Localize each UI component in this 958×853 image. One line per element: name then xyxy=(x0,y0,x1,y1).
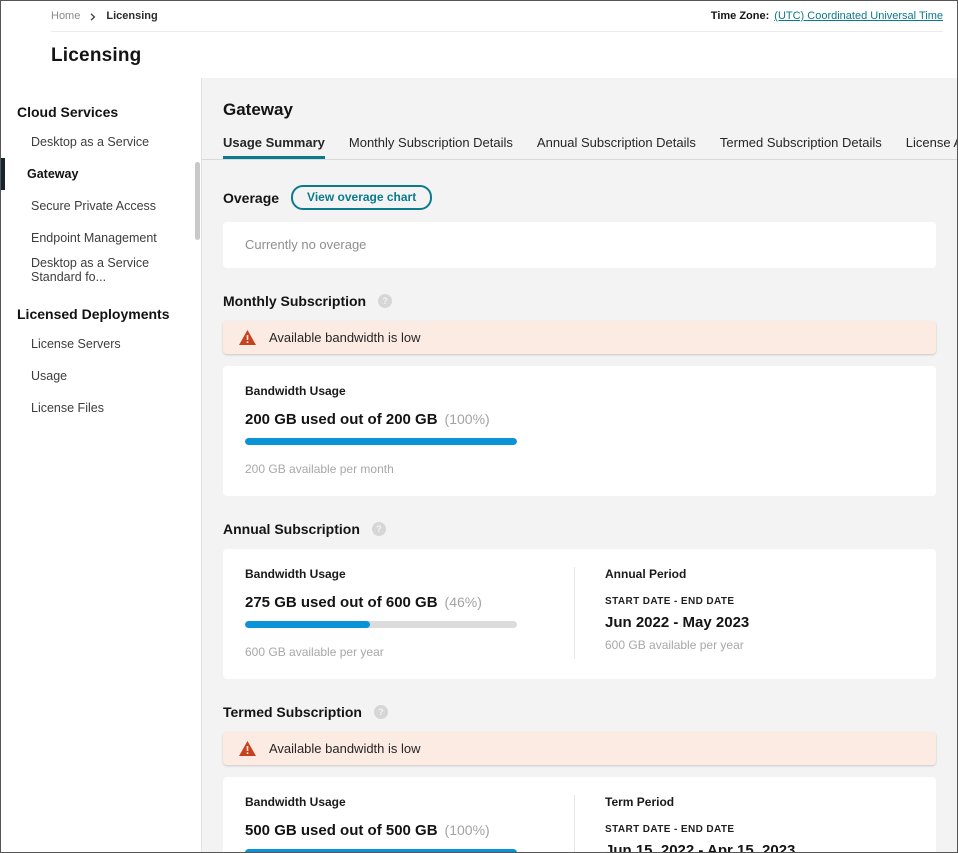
termed-title: Termed Subscription xyxy=(223,704,362,720)
info-icon[interactable]: ? xyxy=(372,522,386,536)
warning-text: Available bandwidth is low xyxy=(269,741,421,756)
progress-bar-fill xyxy=(245,438,517,445)
sidebar-item-daas-standard[interactable]: Desktop as a Service Standard fo... xyxy=(1,254,201,286)
warning-icon xyxy=(239,330,256,345)
progress-bar-fill xyxy=(245,849,517,852)
usage-percent: (100%) xyxy=(445,411,490,427)
sidebar-item-endpoint-management[interactable]: Endpoint Management xyxy=(1,222,201,254)
sidebar-scrollbar[interactable] xyxy=(195,162,200,240)
termed-warning-banner: Available bandwidth is low xyxy=(223,732,936,765)
usage-percent: (100%) xyxy=(445,822,490,838)
tab-usage-summary[interactable]: Usage Summary xyxy=(223,135,325,159)
sidebar-item-license-files[interactable]: License Files xyxy=(1,392,201,424)
progress-bar xyxy=(245,438,517,445)
usage-percent: (46%) xyxy=(445,594,482,610)
date-range-label: START DATE - END DATE xyxy=(605,824,795,835)
annual-title: Annual Subscription xyxy=(223,521,360,537)
overage-section-head: Overage View overage chart xyxy=(223,185,936,210)
overage-empty-card: Currently no overage xyxy=(223,222,936,268)
sidebar-item-secure-private-access[interactable]: Secure Private Access xyxy=(1,190,201,222)
annual-usage-card: Bandwidth Usage 275 GB used out of 600 G… xyxy=(223,549,936,679)
sidebar-section-cloud-services: Cloud Services Desktop as a Service Gate… xyxy=(1,104,201,286)
sidebar-item-usage[interactable]: Usage xyxy=(1,360,201,392)
monthly-title: Monthly Subscription xyxy=(223,293,366,309)
usage-text: 500 GB used out of 500 GB xyxy=(245,822,438,839)
progress-bar xyxy=(245,621,517,628)
termed-usage-card: Bandwidth Usage 500 GB used out of 500 G… xyxy=(223,777,936,852)
term-period-label: Term Period xyxy=(605,795,795,809)
timezone-link[interactable]: (UTC) Coordinated Universal Time xyxy=(774,10,943,22)
top-header: Home Licensing Time Zone: (UTC) Coordina… xyxy=(1,1,957,78)
bandwidth-usage-label: Bandwidth Usage xyxy=(245,567,574,581)
page-title: Licensing xyxy=(51,45,943,67)
sidebar: Cloud Services Desktop as a Service Gate… xyxy=(1,78,202,852)
date-range-value: Jun 2022 - May 2023 xyxy=(605,614,749,631)
sidebar-section-title: Licensed Deployments xyxy=(1,306,201,322)
info-icon[interactable]: ? xyxy=(378,294,392,308)
app-window: Home Licensing Time Zone: (UTC) Coordina… xyxy=(0,0,958,853)
warning-icon xyxy=(239,741,256,756)
bandwidth-usage-label: Bandwidth Usage xyxy=(245,795,574,809)
available-text: 200 GB available per month xyxy=(245,462,575,476)
monthly-section-head: Monthly Subscription ? xyxy=(223,293,936,309)
date-range-value: Jun 15, 2022 - Apr 15, 2023 xyxy=(605,842,795,852)
main-content: Gateway Usage Summary Monthly Subscripti… xyxy=(202,78,957,852)
sidebar-item-license-servers[interactable]: License Servers xyxy=(1,328,201,360)
breadcrumb-home-link[interactable]: Home xyxy=(51,10,80,22)
breadcrumb-current: Licensing xyxy=(106,10,157,22)
service-title: Gateway xyxy=(223,100,936,120)
available-text: 600 GB available per year xyxy=(245,645,574,659)
progress-bar xyxy=(245,849,517,852)
tab-monthly-subscription-details[interactable]: Monthly Subscription Details xyxy=(349,135,513,159)
overage-title: Overage xyxy=(223,190,279,206)
monthly-warning-banner: Available bandwidth is low xyxy=(223,321,936,354)
sidebar-section-title: Cloud Services xyxy=(1,104,201,120)
date-range-label: START DATE - END DATE xyxy=(605,596,749,607)
tab-termed-subscription-details[interactable]: Termed Subscription Details xyxy=(720,135,882,159)
annual-period-label: Annual Period xyxy=(605,567,749,581)
tab-annual-subscription-details[interactable]: Annual Subscription Details xyxy=(537,135,696,159)
tab-bar: Usage Summary Monthly Subscription Detai… xyxy=(202,135,957,160)
breadcrumb: Home Licensing xyxy=(51,10,158,22)
usage-text: 200 GB used out of 200 GB xyxy=(245,411,438,428)
sidebar-section-licensed-deployments: Licensed Deployments License Servers Usa… xyxy=(1,306,201,424)
usage-text: 275 GB used out of 600 GB xyxy=(245,594,438,611)
monthly-usage-card: Bandwidth Usage 200 GB used out of 200 G… xyxy=(223,366,936,496)
tab-license-activity[interactable]: License Activity xyxy=(906,135,957,159)
sidebar-item-gateway[interactable]: Gateway xyxy=(1,158,201,190)
timezone-label: Time Zone: xyxy=(711,10,769,22)
view-overage-chart-button[interactable]: View overage chart xyxy=(291,185,432,210)
available-text: 600 GB available per year xyxy=(605,638,749,652)
warning-text: Available bandwidth is low xyxy=(269,330,421,345)
timezone-row: Time Zone: (UTC) Coordinated Universal T… xyxy=(711,10,943,22)
progress-bar-fill xyxy=(245,621,370,628)
bandwidth-usage-label: Bandwidth Usage xyxy=(245,384,575,398)
termed-section-head: Termed Subscription ? xyxy=(223,704,936,720)
chevron-right-icon xyxy=(89,12,97,20)
info-icon[interactable]: ? xyxy=(374,705,388,719)
sidebar-item-desktop-as-a-service[interactable]: Desktop as a Service xyxy=(1,126,201,158)
annual-section-head: Annual Subscription ? xyxy=(223,521,936,537)
